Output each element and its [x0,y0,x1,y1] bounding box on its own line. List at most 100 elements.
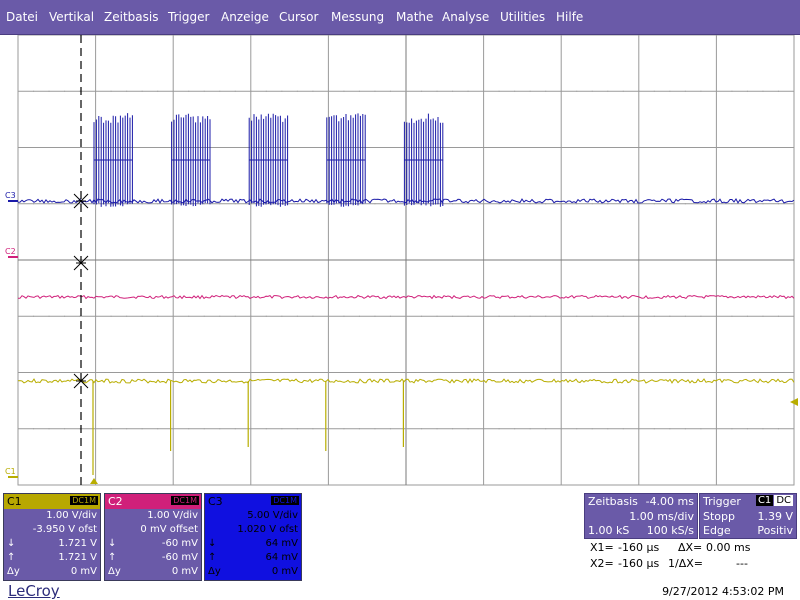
grid-dot [203,203,205,205]
channel-up-value: 64 mV [265,552,299,563]
grid-dot [33,315,35,317]
grid-dot [669,90,671,92]
grid-dot [467,90,469,92]
grid-dot [436,90,438,92]
menu-item-anzeige[interactable]: Anzeige [221,10,269,24]
grid-dot [715,428,717,430]
grid-dot [327,90,329,92]
waveform-display[interactable]: C3 C2 C1 [0,35,800,490]
grid-dot [653,90,655,92]
timebase-delay: -4.00 ms [645,495,694,508]
menu-item-cursor[interactable]: Cursor [279,10,318,24]
grid-dot [296,90,298,92]
menu-item-zeitbasis[interactable]: Zeitbasis [104,10,158,24]
grid-dot [358,428,360,430]
grid-dot [777,203,779,205]
channel-offset: 1.020 V ofst [237,524,298,535]
down-arrow-icon: ↓ [7,538,16,549]
grid-dot [126,315,128,317]
grid-dot [389,315,391,317]
timebase-samples: 1.00 kS [588,524,630,537]
grid-dot [638,315,640,317]
grid-dot [203,428,205,430]
grid-dot [436,203,438,205]
grid-dot [498,90,500,92]
channel-header: C1 DC1M [4,494,100,509]
grid-dot [529,315,531,317]
status-panel: C1 DC1M 1.00 V/div -3.950 V ofst ↓ 1.721 V ↑ 1.… [0,490,800,600]
trigger-channel: C1 DC [755,495,793,506]
menu-item-analyse[interactable]: Analyse [442,10,489,24]
grid-dot [374,90,376,92]
grid-dot [607,90,609,92]
grid-dot [405,90,407,92]
grid-dot [405,315,407,317]
channel-up-value: -60 mV [161,552,198,563]
grid-dot [684,315,686,317]
grid-dot [64,315,66,317]
grid-dot [312,315,314,317]
grid-dot [793,203,795,205]
grid-dot [405,428,407,430]
menu-item-mathe[interactable]: Mathe [396,10,433,24]
grid-dot [700,90,702,92]
grid-dot [793,90,795,92]
channel-volts-per-div: 1.00 V/div [147,510,198,521]
grid-dot [467,315,469,317]
grid-dot [327,315,329,317]
menu-item-utilities[interactable]: Utilities [500,10,545,24]
grid-dot [777,315,779,317]
grid-dot [529,428,531,430]
grid-dot [281,428,283,430]
grid-dot [126,90,128,92]
channel-panel-c3[interactable]: C3 DC1M 5.00 V/div 1.020 V ofst ↓ 64 mV ↑ 64 mV… [204,493,302,581]
grid-dot [498,203,500,205]
grid-dot [545,90,547,92]
grid-dot [591,203,593,205]
grid-dot [17,203,19,205]
grid-dot [622,203,624,205]
grid-dot [622,428,624,430]
trigger-coupling: DC [774,495,793,506]
channel-down-value: -60 mV [161,538,198,549]
grid-dot [576,203,578,205]
menu-item-hilfe[interactable]: Hilfe [556,10,583,24]
channel-panel-c1[interactable]: C1 DC1M 1.00 V/div -3.950 V ofst ↓ 1.721 V ↑ 1.… [3,493,101,581]
grid-dot [545,315,547,317]
grid-dot [296,428,298,430]
grid-dot [793,315,795,317]
channel-panel-c2[interactable]: C2 DC1M 1.00 V/div 0 mV offset ↓ -60 mV ↑ -60 m… [104,493,202,581]
grid-dot [389,428,391,430]
grid-dot [265,315,267,317]
grid-dot [514,203,516,205]
grid-dot [653,315,655,317]
menu-item-trigger[interactable]: Trigger [168,10,209,24]
menu-item-datei[interactable]: Datei [6,10,38,24]
grid-dot [607,428,609,430]
grid-dot [17,428,19,430]
grid-dot [48,428,50,430]
grid-dot [219,90,221,92]
grid-dot [141,90,143,92]
grid-dot [33,90,35,92]
grid-dot [281,90,283,92]
trigger-channel-name: C1 [755,495,774,506]
grid-dot [312,428,314,430]
channel-coupling: DC1M [171,496,199,505]
channel-delta-value: 0 mV [171,566,198,577]
grid-dot [762,315,764,317]
grid-dot [591,315,593,317]
menu-item-messung[interactable]: Messung [331,10,384,24]
cursor-inv-dx-label: 1/ΔX= [668,557,703,570]
grid-dot [746,315,748,317]
channel-body: 1.00 V/div -3.950 V ofst ↓ 1.721 V ↑ 1.721 V Δ… [4,509,100,580]
timebase-sample-rate: 100 kS/s [646,524,694,537]
timebase-panel[interactable]: Zeitbasis -4.00 ms 1.00 ms/div 1.00 kS 1… [584,493,698,539]
waveform-canvas[interactable] [0,35,800,490]
down-arrow-icon: ↓ [208,538,217,549]
grid-dot [591,90,593,92]
menu-item-vertikal[interactable]: Vertikal [49,10,94,24]
grid-dot [327,428,329,430]
trigger-panel[interactable]: Trigger C1 DC Stopp 1.39 V Edge Positiv [699,493,797,539]
grid-dot [514,428,516,430]
